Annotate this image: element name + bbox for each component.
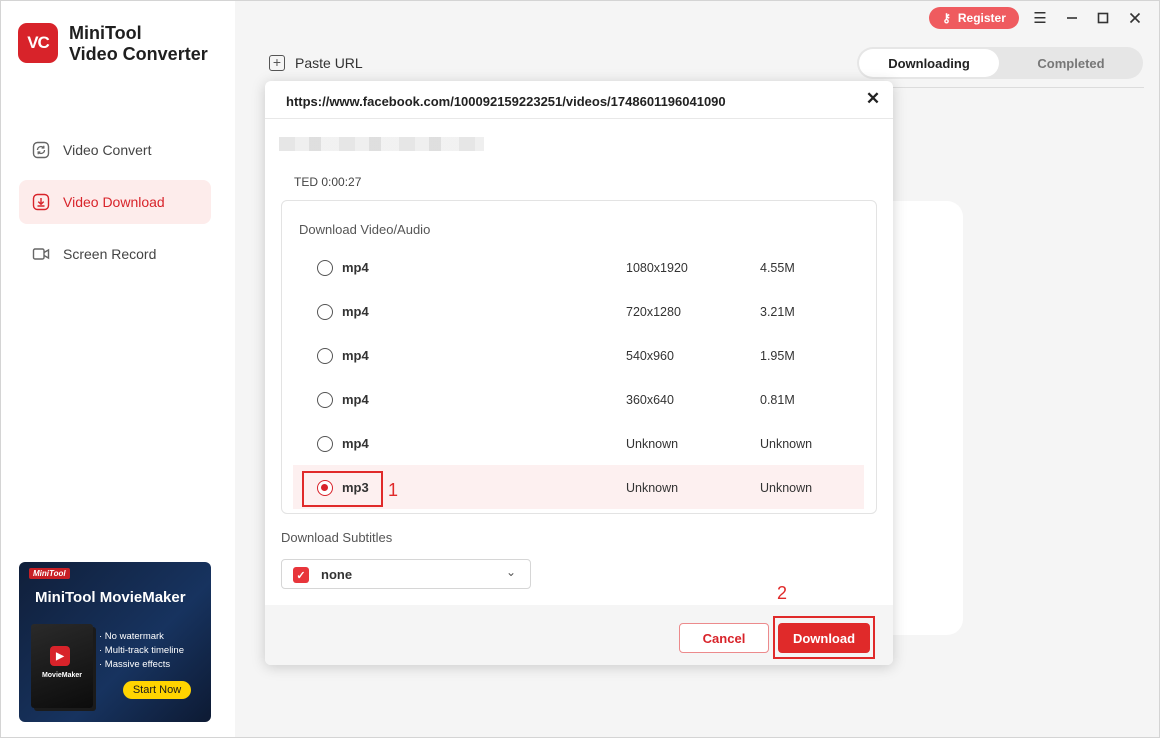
radio-button[interactable] [317,392,333,408]
size-label: 3.21M [760,305,795,319]
video-url: https://www.facebook.com/100092159223251… [286,94,726,109]
dialog-header: https://www.facebook.com/100092159223251… [265,81,893,119]
download-options-dialog: https://www.facebook.com/100092159223251… [265,81,893,665]
radio-button[interactable] [317,348,333,364]
promo-feature: · Massive effects [99,659,171,670]
app-logo-icon: VC [18,23,58,63]
cancel-button[interactable]: Cancel [679,623,769,653]
format-options-panel: Download Video/Audio mp4 1080x1920 4.55M… [281,200,877,514]
chevron-down-icon: ⌄ [506,565,517,579]
annotation-highlight-box [773,616,875,659]
sidebar-item-label: Video Convert [63,142,152,158]
register-label: Register [957,11,1006,25]
promo-tag: MiniTool [29,568,70,579]
format-label: mp4 [342,436,369,451]
size-label: 0.81M [760,393,795,407]
subtitles-label: Download Subtitles [281,530,393,545]
size-label: 1.95M [760,349,795,363]
radio-button[interactable] [317,436,333,452]
format-label: mp4 [342,392,369,407]
promo-box-label: MovieMaker [41,672,83,679]
radio-button[interactable] [317,304,333,320]
download-icon [32,193,50,211]
register-button[interactable]: ⚷ Register [929,7,1019,29]
key-icon: ⚷ [942,11,951,25]
radio-button[interactable] [317,260,333,276]
subtitles-select[interactable]: ✓ none ⌄ [281,559,531,589]
start-now-button[interactable]: Start Now [123,681,191,699]
section-label: Download Video/Audio [299,222,431,237]
resolution-label: 540x960 [626,349,674,363]
checkbox-icon[interactable]: ✓ [293,567,309,583]
app-title: MiniTool Video Converter [69,23,208,65]
resolution-label: Unknown [626,481,679,495]
minimize-icon[interactable] [1061,7,1083,29]
blurred-video-title [279,137,484,151]
sidebar-item-label: Video Download [63,194,165,210]
sidebar-item-video-convert[interactable]: Video Convert [19,128,211,172]
format-option-row[interactable]: mp4 720x1280 3.21M [293,289,864,333]
close-window-icon[interactable] [1124,7,1146,29]
format-label: mp4 [342,260,369,275]
app-title-line2: Video Converter [69,44,208,64]
camera-icon [32,245,50,263]
paste-url-button[interactable]: + Paste URL [269,55,363,71]
sidebar: VC MiniTool Video Converter Video Conver… [1,1,235,737]
annotation-highlight-box [302,471,383,507]
format-label: mp4 [342,348,369,363]
resolution-label: 360x640 [626,393,674,407]
sidebar-item-video-download[interactable]: Video Download [19,180,211,224]
tab-downloading[interactable]: Downloading [859,49,999,77]
resolution-label: Unknown [626,437,679,451]
format-option-row[interactable]: mp4 540x960 1.95M [293,333,864,377]
resolution-label: 720x1280 [626,305,681,319]
tab-completed[interactable]: Completed [1001,49,1141,77]
paste-url-label: Paste URL [295,55,363,71]
promo-features: · No watermark · Multi-track timeline · … [99,630,184,672]
menu-icon[interactable]: ☰ [1029,7,1051,29]
promo-title: MiniTool MovieMaker [35,589,186,606]
sidebar-nav: Video Convert Video Download Screen Reco… [19,128,211,284]
app-window: VC MiniTool Video Converter Video Conver… [0,0,1160,738]
promo-feature: · No watermark [99,631,164,642]
annotation-step-1: 1 [388,480,399,500]
size-label: Unknown [760,437,813,451]
annotation-step-2: 2 [777,583,788,603]
size-label: Unknown [760,481,813,495]
moviemaker-promo-banner[interactable]: MiniTool MiniTool MovieMaker ▶ MovieMake… [19,562,211,722]
app-title-line1: MiniTool [69,23,142,43]
format-option-row[interactable]: mp4 360x640 0.81M [293,377,864,421]
size-label: 4.55M [760,261,795,275]
plus-icon: + [269,55,285,71]
resolution-label: 1080x1920 [626,261,688,275]
moviemaker-logo-icon: ▶ [50,646,70,666]
sidebar-item-label: Screen Record [63,246,157,262]
refresh-icon [32,141,50,159]
format-option-row[interactable]: mp4 Unknown Unknown [293,421,864,465]
maximize-icon[interactable] [1092,7,1114,29]
download-status-tabs: Downloading Completed [857,47,1143,79]
promo-feature: · Multi-track timeline [99,645,184,656]
subtitles-value: none [321,567,353,582]
video-duration: TED 0:00:27 [294,175,362,189]
format-label: mp4 [342,304,369,319]
sidebar-item-screen-record[interactable]: Screen Record [19,232,211,276]
format-option-row[interactable]: mp4 1080x1920 4.55M [293,245,864,289]
close-icon[interactable]: ✕ [863,89,883,109]
moviemaker-product-box-icon: ▶ MovieMaker [31,624,93,708]
